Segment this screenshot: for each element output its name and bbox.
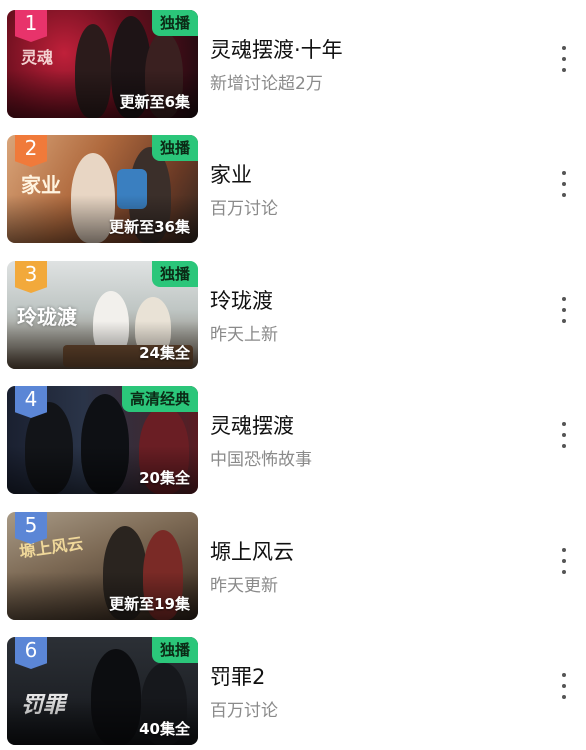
rank-badge: 1 <box>15 10 47 42</box>
show-subtitle: 百万讨论 <box>210 701 278 721</box>
poster-thumbnail[interactable]: 4 高清经典 20集全 <box>7 386 198 494</box>
episode-status: 20集全 <box>139 469 190 487</box>
show-subtitle: 昨天更新 <box>210 576 278 596</box>
show-subtitle: 新增讨论超2万 <box>210 74 323 94</box>
rank-badge: 6 <box>15 637 47 669</box>
exclusive-tag: 独播 <box>151 637 198 663</box>
episode-status: 更新至6集 <box>119 93 190 111</box>
more-options-icon[interactable] <box>556 542 572 582</box>
classic-tag: 高清经典 <box>121 386 198 412</box>
episode-status: 24集全 <box>139 344 190 362</box>
ranking-item-2[interactable]: 家业 2 独播 更新至36集 家业 百万讨论 <box>0 135 586 245</box>
exclusive-tag: 独播 <box>151 10 198 36</box>
ranking-item-1[interactable]: 灵魂 1 独播 更新至6集 灵魂摆渡·十年 新增讨论超2万 <box>0 10 586 120</box>
more-options-icon[interactable] <box>556 165 572 205</box>
show-title[interactable]: 玲珑渡 <box>210 285 273 315</box>
poster-logo: 家业 <box>21 173 61 197</box>
show-title[interactable]: 灵魂摆渡·十年 <box>210 34 343 64</box>
poster-thumbnail[interactable]: 玲珑渡 3 独播 24集全 <box>7 261 198 369</box>
rank-badge: 3 <box>15 261 47 293</box>
episode-status: 40集全 <box>139 720 190 738</box>
show-subtitle: 中国恐怖故事 <box>210 450 312 470</box>
poster-thumbnail[interactable]: 罚罪 6 独播 40集全 <box>7 637 198 745</box>
exclusive-tag: 独播 <box>151 135 198 161</box>
ranking-item-3[interactable]: 玲珑渡 3 独播 24集全 玲珑渡 昨天上新 <box>0 261 586 371</box>
ranking-item-6[interactable]: 罚罪 6 独播 40集全 罚罪2 百万讨论 <box>0 637 586 747</box>
more-options-icon[interactable] <box>556 667 572 707</box>
rank-badge: 4 <box>15 386 47 418</box>
ranking-item-5[interactable]: 塬上风云 5 更新至19集 塬上风云 昨天更新 <box>0 512 586 622</box>
show-title[interactable]: 家业 <box>210 159 252 189</box>
show-title[interactable]: 塬上风云 <box>210 536 294 566</box>
show-title[interactable]: 灵魂摆渡 <box>210 410 294 440</box>
exclusive-tag: 独播 <box>151 261 198 287</box>
poster-thumbnail[interactable]: 塬上风云 5 更新至19集 <box>7 512 198 620</box>
poster-logo: 灵魂 <box>21 48 54 67</box>
rank-badge: 5 <box>15 512 47 544</box>
rank-badge: 2 <box>15 135 47 167</box>
show-subtitle: 昨天上新 <box>210 325 278 345</box>
show-subtitle: 百万讨论 <box>210 199 278 219</box>
episode-status: 更新至19集 <box>109 595 190 613</box>
poster-thumbnail[interactable]: 家业 2 独播 更新至36集 <box>7 135 198 243</box>
more-options-icon[interactable] <box>556 291 572 331</box>
more-options-icon[interactable] <box>556 416 572 456</box>
show-title[interactable]: 罚罪2 <box>210 661 265 691</box>
ranking-item-4[interactable]: 4 高清经典 20集全 灵魂摆渡 中国恐怖故事 <box>0 386 586 496</box>
episode-status: 更新至36集 <box>109 218 190 236</box>
more-options-icon[interactable] <box>556 40 572 80</box>
poster-thumbnail[interactable]: 灵魂 1 独播 更新至6集 <box>7 10 198 118</box>
